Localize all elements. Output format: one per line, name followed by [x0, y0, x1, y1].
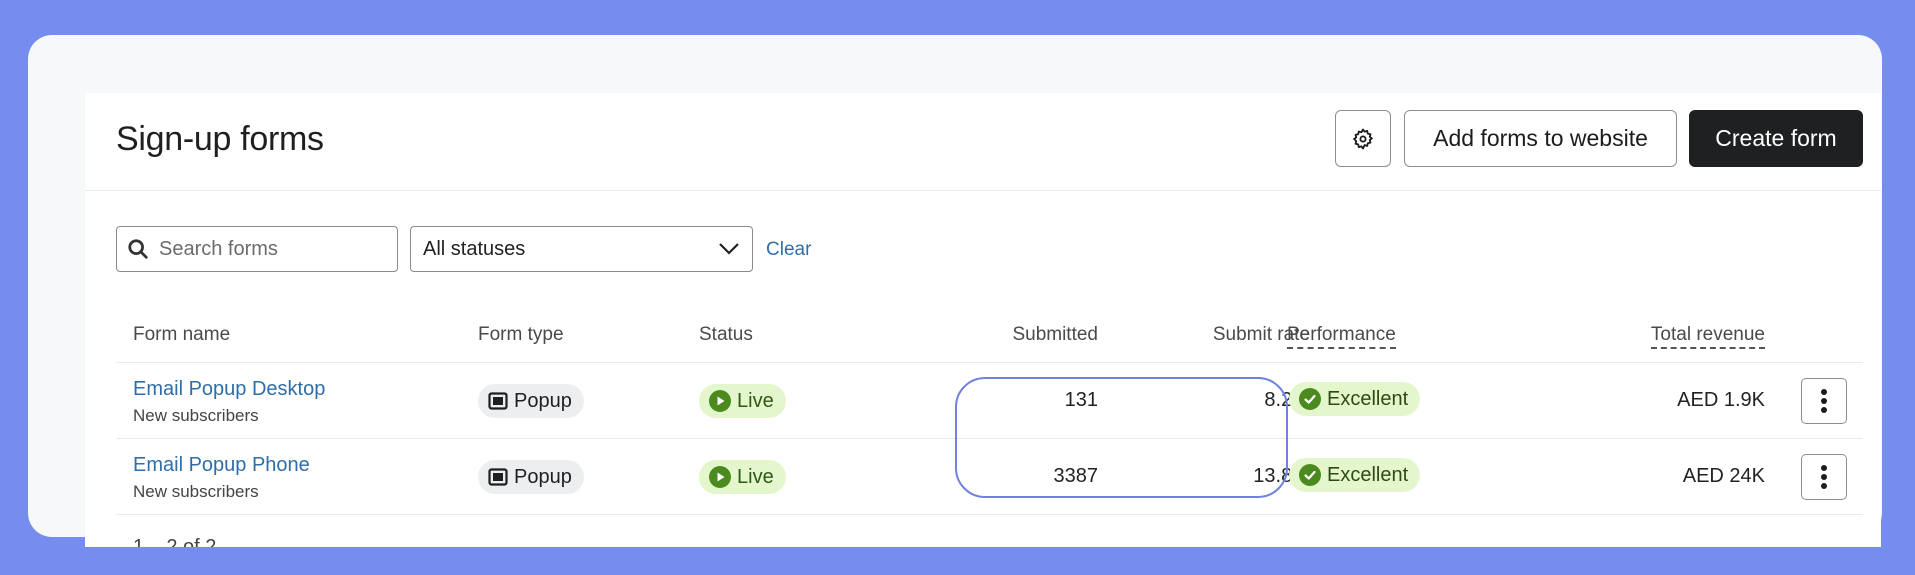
performance-badge: Excellent — [1289, 382, 1421, 416]
play-circle-icon — [709, 466, 731, 488]
content-card: Sign-up forms Add forms to website Creat… — [28, 35, 1882, 547]
total-revenue-header-label: Total revenue — [1650, 324, 1765, 349]
form-name-link[interactable]: Email Popup Desktop — [133, 378, 325, 401]
status-filter-value: All statuses — [423, 237, 526, 260]
popup-icon — [488, 468, 508, 486]
form-type-badge: Popup — [478, 384, 584, 418]
page-title: Sign-up forms — [116, 120, 324, 158]
column-header-total-revenue[interactable]: Total revenue — [1650, 324, 1765, 349]
submitted-value: 3387 — [1053, 465, 1099, 487]
more-vertical-icon — [1821, 465, 1827, 489]
more-vertical-icon — [1821, 389, 1827, 413]
revenue-value: AED 1.9K — [1677, 389, 1765, 411]
chevron-down-icon — [719, 243, 739, 255]
form-audience: New subscribers — [133, 482, 259, 501]
check-circle-icon — [1299, 464, 1321, 486]
column-header-status: Status — [699, 324, 753, 345]
check-circle-icon — [1299, 388, 1321, 410]
form-type-label: Popup — [514, 389, 572, 412]
forms-panel: Sign-up forms Add forms to website Creat… — [85, 93, 1881, 547]
pagination-summary: 1 – 2 of 2 — [133, 536, 217, 547]
row-actions-button[interactable] — [1801, 378, 1847, 424]
revenue-value: AED 24K — [1682, 465, 1765, 487]
row-divider — [116, 514, 1863, 515]
performance-label: Excellent — [1327, 387, 1409, 410]
status-badge: Live — [699, 460, 786, 494]
status-label: Live — [737, 465, 774, 488]
page-header: Sign-up forms Add forms to website Creat… — [85, 93, 1881, 191]
column-header-performance[interactable]: Performance — [1287, 324, 1396, 349]
performance-label: Excellent — [1327, 463, 1409, 486]
column-header-form-type: Form type — [478, 324, 564, 345]
form-name-link[interactable]: Email Popup Phone — [133, 454, 310, 477]
status-filter-select[interactable]: All statuses — [410, 226, 753, 272]
create-form-button[interactable]: Create form — [1689, 110, 1863, 167]
submitted-value: 131 — [1064, 389, 1098, 411]
form-audience: New subscribers — [133, 406, 259, 425]
header-divider — [116, 362, 1863, 363]
performance-badge: Excellent — [1289, 458, 1421, 492]
performance-header-label: Performance — [1287, 324, 1396, 349]
column-header-form-name: Form name — [133, 324, 231, 345]
search-field[interactable] — [116, 226, 398, 272]
row-divider — [116, 438, 1863, 439]
settings-button[interactable] — [1335, 110, 1391, 167]
column-header-submitted[interactable]: Submitted — [1012, 324, 1098, 346]
form-type-badge: Popup — [478, 460, 584, 494]
status-label: Live — [737, 389, 774, 412]
form-type-label: Popup — [514, 465, 572, 488]
clear-filters-link[interactable]: Clear — [766, 239, 811, 261]
play-circle-icon — [709, 390, 731, 412]
popup-icon — [488, 392, 508, 410]
row-actions-button[interactable] — [1801, 454, 1847, 500]
search-input[interactable] — [159, 237, 379, 261]
add-forms-to-website-button[interactable]: Add forms to website — [1404, 110, 1677, 167]
search-icon — [128, 239, 148, 259]
status-badge: Live — [699, 384, 786, 418]
gear-icon — [1353, 128, 1373, 149]
